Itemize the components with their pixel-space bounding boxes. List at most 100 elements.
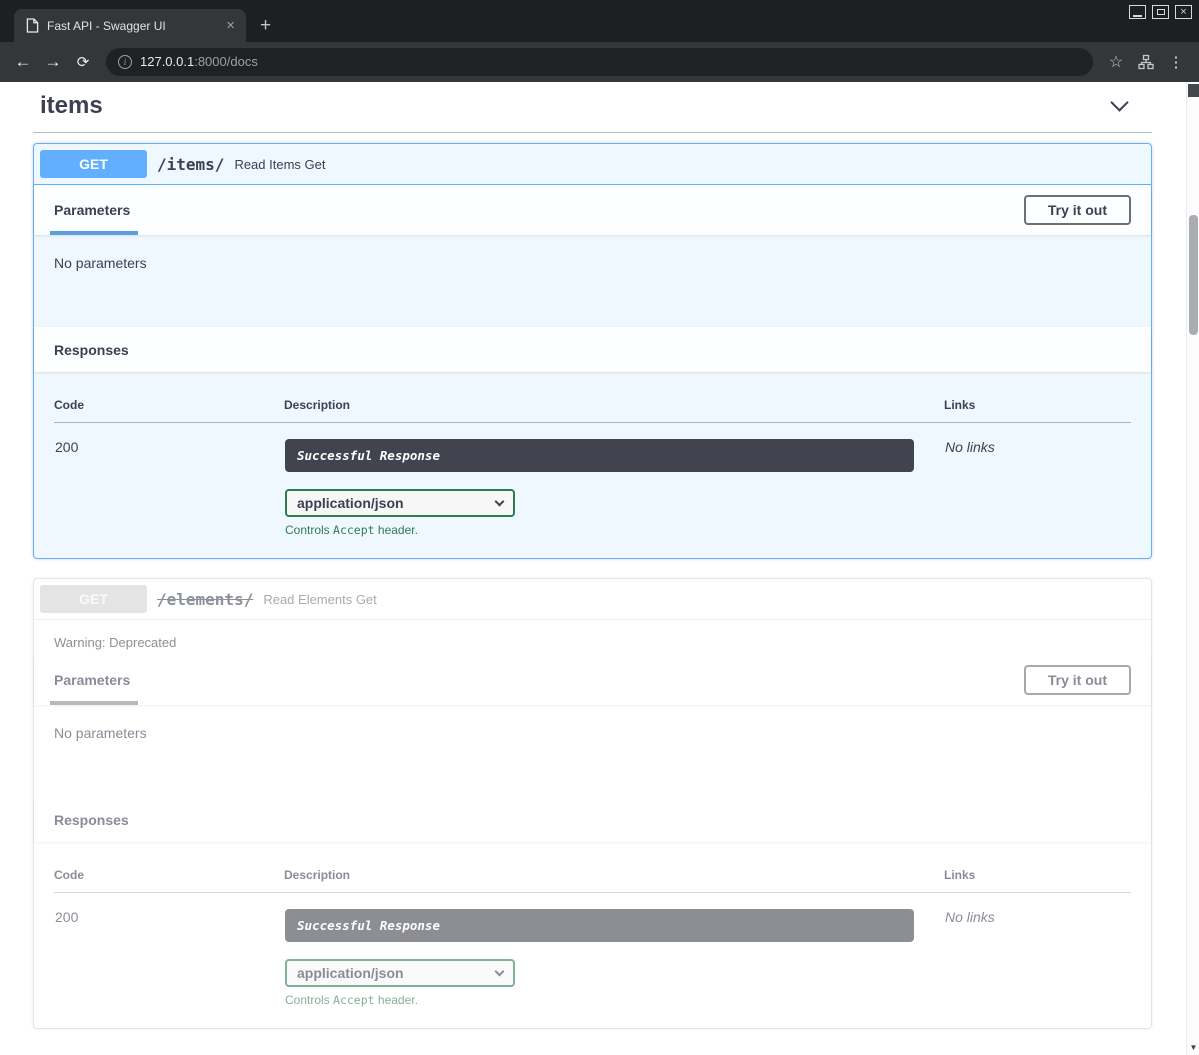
- accept-note-prefix: Controls: [285, 523, 333, 537]
- responses-table-header-row: Code Description Links: [54, 386, 1131, 423]
- try-it-out-button[interactable]: Try it out: [1024, 195, 1131, 225]
- operation-path: /elements/: [157, 590, 253, 609]
- responses-table: Code Description Links 200 Successful Re…: [54, 386, 1131, 538]
- scroll-up-button[interactable]: [1188, 84, 1199, 97]
- parameters-header: Parameters Try it out: [34, 655, 1151, 705]
- close-button[interactable]: ×: [1175, 5, 1192, 19]
- page-info-icon[interactable]: i: [118, 55, 132, 69]
- responses-header: Responses: [34, 327, 1151, 372]
- response-row: 200 Successful Response application/json…: [54, 893, 1131, 1009]
- operation-summary-text: Read Items Get: [234, 157, 325, 172]
- active-tab-indicator: [50, 231, 138, 235]
- bookmark-star-button[interactable]: ☆: [1101, 47, 1131, 77]
- code-column-header: Code: [54, 386, 284, 423]
- response-links: No links: [944, 423, 1131, 539]
- response-description-box: Successful Response: [285, 439, 914, 472]
- maximize-icon: [1157, 9, 1165, 15]
- response-links: No links: [944, 893, 1131, 1009]
- parameters-header: Parameters Try it out: [34, 185, 1151, 235]
- browser-chrome: Fast API - Swagger UI × + × ← → ⟳ i 127.…: [0, 0, 1199, 82]
- section-title: items: [40, 92, 103, 120]
- sitemap-icon: [1138, 54, 1154, 70]
- accept-note-code: Accept: [333, 523, 375, 537]
- operation-body: Parameters Try it out No parameters Resp…: [34, 185, 1151, 558]
- response-code: 200: [54, 893, 284, 1009]
- menu-button[interactable]: ⋮: [1161, 47, 1191, 77]
- close-icon: ×: [1180, 7, 1186, 18]
- back-button[interactable]: ←: [8, 47, 38, 77]
- scrollbar[interactable]: ▼: [1186, 82, 1199, 1055]
- media-type-value: application/json: [297, 965, 404, 981]
- description-column-header: Description: [284, 856, 944, 893]
- minimize-button[interactable]: [1129, 5, 1146, 19]
- tab-title: Fast API - Swagger UI: [47, 19, 215, 33]
- accept-note-code: Accept: [333, 993, 375, 1007]
- code-column-header: Code: [54, 856, 284, 893]
- accept-note-suffix: header.: [375, 993, 418, 1007]
- select-chevron-icon: [495, 496, 505, 506]
- sitemap-button[interactable]: [1131, 47, 1161, 77]
- response-row: 200 Successful Response application/json…: [54, 423, 1131, 539]
- links-column-header: Links: [944, 386, 1131, 423]
- scroll-down-button[interactable]: ▼: [1187, 1041, 1199, 1054]
- forward-button[interactable]: →: [38, 47, 68, 77]
- maximize-button[interactable]: [1152, 5, 1169, 19]
- tag-section-header[interactable]: items: [33, 82, 1152, 133]
- scrollbar-thumb[interactable]: [1189, 215, 1198, 335]
- responses-header: Responses: [34, 797, 1151, 842]
- responses-table: Code Description Links 200 Successful Re…: [54, 856, 1131, 1008]
- operation-path: /items/: [157, 155, 224, 174]
- response-description-box: Successful Response: [285, 909, 914, 942]
- active-tab-indicator: [50, 701, 138, 705]
- operation-summary[interactable]: GET /elements/ Read Elements Get: [34, 579, 1151, 620]
- select-chevron-icon: [495, 966, 505, 976]
- address-bar[interactable]: i 127.0.0.1:8000/docs: [106, 48, 1093, 76]
- parameters-title: Parameters: [54, 672, 130, 688]
- responses-title: Responses: [54, 342, 129, 358]
- page-favicon-icon: [26, 18, 39, 33]
- response-description-cell: Successful Response application/json Con…: [284, 893, 944, 1009]
- http-method-badge: GET: [40, 585, 147, 613]
- media-type-select[interactable]: application/json: [285, 489, 515, 517]
- responses-title: Responses: [54, 812, 129, 828]
- media-type-select[interactable]: application/json: [285, 959, 515, 987]
- responses-body: Code Description Links 200 Successful Re…: [34, 842, 1151, 1028]
- accept-note-prefix: Controls: [285, 993, 333, 1007]
- tab-strip: Fast API - Swagger UI × + ×: [0, 0, 1199, 42]
- parameters-body: No parameters: [34, 705, 1151, 797]
- browser-tab[interactable]: Fast API - Swagger UI ×: [14, 9, 246, 42]
- response-code: 200: [54, 423, 284, 539]
- no-parameters-text: No parameters: [54, 255, 147, 271]
- media-type-value: application/json: [297, 495, 404, 511]
- browser-toolbar: ← → ⟳ i 127.0.0.1:8000/docs ☆ ⋮: [0, 42, 1199, 82]
- http-method-badge: GET: [40, 150, 147, 178]
- url-host: 127.0.0.1: [140, 54, 194, 69]
- collapse-chevron-icon[interactable]: [1110, 93, 1128, 111]
- responses-body: Code Description Links 200 Successful Re…: [34, 372, 1151, 558]
- window-controls: ×: [1129, 5, 1192, 19]
- operation-summary-text: Read Elements Get: [263, 592, 376, 607]
- try-it-out-button[interactable]: Try it out: [1024, 665, 1131, 695]
- response-description-cell: Successful Response application/json Con…: [284, 423, 944, 539]
- operation-body: Warning: Deprecated Parameters Try it ou…: [34, 620, 1151, 1028]
- accept-note-suffix: header.: [375, 523, 418, 537]
- accept-header-note: Controls Accept header.: [285, 523, 943, 537]
- no-parameters-text: No parameters: [54, 725, 147, 741]
- minimize-icon: [1133, 15, 1142, 17]
- reload-button[interactable]: ⟳: [68, 47, 98, 77]
- content-viewport: items GET /items/ Read Items Get Paramet…: [0, 82, 1199, 1055]
- accept-header-note: Controls Accept header.: [285, 993, 943, 1007]
- deprecation-warning: Warning: Deprecated: [34, 620, 1151, 655]
- tab-close-button[interactable]: ×: [223, 18, 238, 33]
- operation-block-get-items: GET /items/ Read Items Get Parameters Tr…: [33, 143, 1152, 559]
- operation-summary[interactable]: GET /items/ Read Items Get: [34, 144, 1151, 185]
- api-docs: items GET /items/ Read Items Get Paramet…: [33, 82, 1152, 1029]
- new-tab-button[interactable]: +: [260, 16, 271, 35]
- url-suffix: :8000/docs: [194, 54, 258, 69]
- url-text: 127.0.0.1:8000/docs: [140, 53, 258, 71]
- operation-block-get-elements-deprecated: GET /elements/ Read Elements Get Warning…: [33, 578, 1152, 1029]
- parameters-title: Parameters: [54, 202, 130, 218]
- description-column-header: Description: [284, 386, 944, 423]
- responses-table-header-row: Code Description Links: [54, 856, 1131, 893]
- links-column-header: Links: [944, 856, 1131, 893]
